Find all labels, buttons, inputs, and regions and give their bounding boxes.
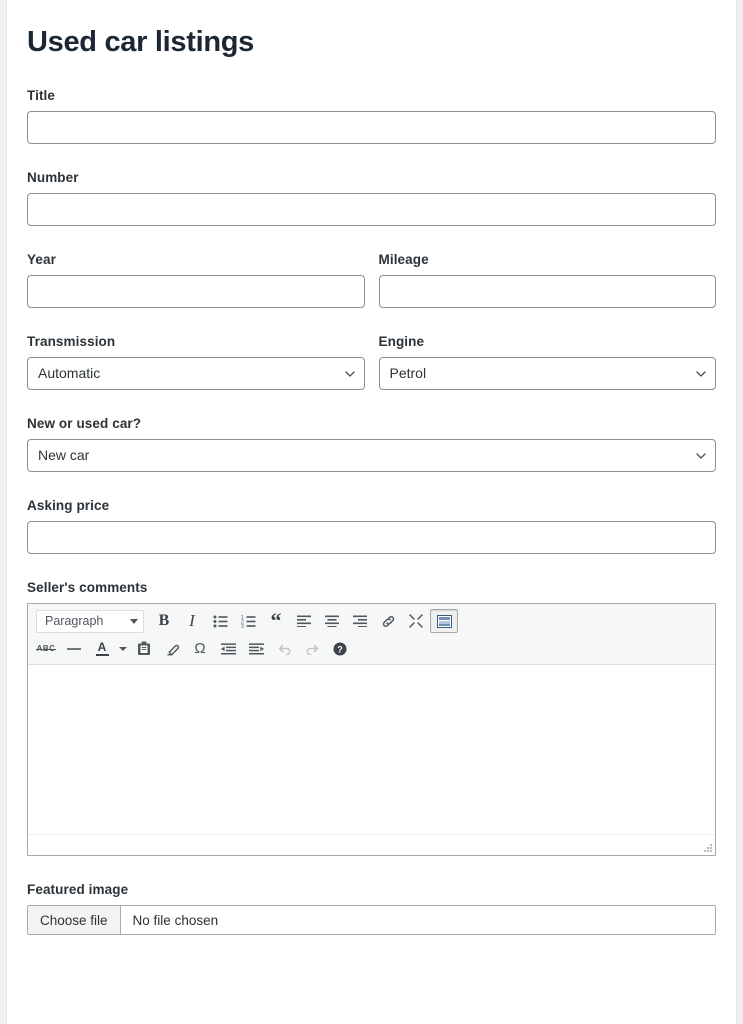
horizontal-rule-icon[interactable]: [60, 637, 88, 661]
text-color-icon[interactable]: A: [88, 637, 116, 661]
toggle-toolbar-icon[interactable]: [430, 609, 458, 633]
italic-icon[interactable]: I: [178, 609, 206, 633]
field-mileage: Mileage: [378, 252, 716, 308]
label-sellers-comments: Seller's comments: [27, 580, 148, 595]
special-character-icon[interactable]: Ω: [186, 637, 214, 661]
title-input[interactable]: [27, 111, 716, 144]
label-year: Year: [27, 252, 56, 267]
svg-text:?: ?: [337, 644, 343, 654]
resize-handle-icon[interactable]: [702, 842, 713, 853]
label-number: Number: [27, 170, 79, 185]
format-select-wrapper: ParagraphHeading 1Heading 2Heading 3Head…: [32, 609, 150, 633]
field-asking-price: Asking price: [27, 498, 716, 554]
rich-text-editor: ParagraphHeading 1Heading 2Heading 3Head…: [27, 603, 716, 856]
read-more-icon[interactable]: [402, 609, 430, 633]
year-input[interactable]: [27, 275, 365, 308]
field-title: Title: [27, 88, 716, 144]
transmission-select[interactable]: AutomaticManual: [27, 357, 365, 390]
editor-content-area[interactable]: [28, 665, 715, 835]
choose-file-button[interactable]: Choose file: [28, 906, 121, 934]
field-number: Number: [27, 170, 716, 226]
label-asking-price: Asking price: [27, 498, 110, 513]
editor-toolbar-row-2: ABC A Ω ?: [30, 635, 713, 662]
page-title: Used car listings: [27, 26, 254, 58]
bold-icon[interactable]: B: [150, 609, 178, 633]
field-sellers-comments: Seller's comments ParagraphHeading 1Head…: [27, 580, 716, 856]
strikethrough-icon[interactable]: ABC: [32, 637, 60, 661]
form-page: Used car listings Title Number Year Mile…: [6, 0, 737, 1024]
field-row-year-mileage: Year Mileage: [27, 252, 716, 308]
bulleted-list-icon[interactable]: [206, 609, 234, 633]
condition-select[interactable]: New carUsed car: [27, 439, 716, 472]
blockquote-icon[interactable]: “: [262, 609, 290, 633]
numbered-list-icon[interactable]: 1 2 3: [234, 609, 262, 633]
file-status-text: No file chosen: [132, 912, 219, 928]
clear-formatting-icon[interactable]: [158, 637, 186, 661]
label-condition: New or used car?: [27, 416, 142, 431]
label-transmission: Transmission: [27, 334, 116, 349]
field-featured-image: Featured image Choose file No file chose…: [27, 882, 716, 935]
field-year: Year: [27, 252, 365, 308]
undo-icon[interactable]: [270, 637, 298, 661]
editor-toolbar-row-1: ParagraphHeading 1Heading 2Heading 3Head…: [30, 607, 713, 635]
featured-image-file-input[interactable]: Choose file No file chosen: [27, 905, 716, 935]
label-engine: Engine: [378, 334, 425, 349]
form-content: Used car listings Title Number Year Mile…: [7, 0, 736, 935]
align-left-icon[interactable]: [290, 609, 318, 633]
mileage-input[interactable]: [378, 275, 716, 308]
field-condition: New or used car? New carUsed car: [27, 416, 716, 472]
align-right-icon[interactable]: [346, 609, 374, 633]
field-row-transmission-engine: Transmission AutomaticManual Engine Petr…: [27, 334, 716, 390]
asking-price-input[interactable]: [27, 521, 716, 554]
field-engine: Engine PetrolDieselElectricHybrid: [378, 334, 716, 390]
redo-icon[interactable]: [298, 637, 326, 661]
format-select[interactable]: ParagraphHeading 1Heading 2Heading 3Head…: [36, 609, 144, 633]
editor-status-bar: [28, 835, 715, 855]
insert-link-icon[interactable]: [374, 609, 402, 633]
editor-toolbar: ParagraphHeading 1Heading 2Heading 3Head…: [28, 604, 715, 665]
label-mileage: Mileage: [378, 252, 429, 267]
keyboard-shortcuts-icon[interactable]: ?: [326, 637, 354, 661]
label-title: Title: [27, 88, 56, 103]
increase-indent-icon[interactable]: [242, 637, 270, 661]
decrease-indent-icon[interactable]: [214, 637, 242, 661]
align-center-icon[interactable]: [318, 609, 346, 633]
label-featured-image: Featured image: [27, 882, 129, 897]
engine-select[interactable]: PetrolDieselElectricHybrid: [378, 357, 716, 390]
paste-as-text-icon[interactable]: [130, 637, 158, 661]
field-transmission: Transmission AutomaticManual: [27, 334, 365, 390]
svg-text:3: 3: [241, 624, 244, 628]
text-color-dropdown-icon[interactable]: [116, 637, 130, 661]
number-input[interactable]: [27, 193, 716, 226]
